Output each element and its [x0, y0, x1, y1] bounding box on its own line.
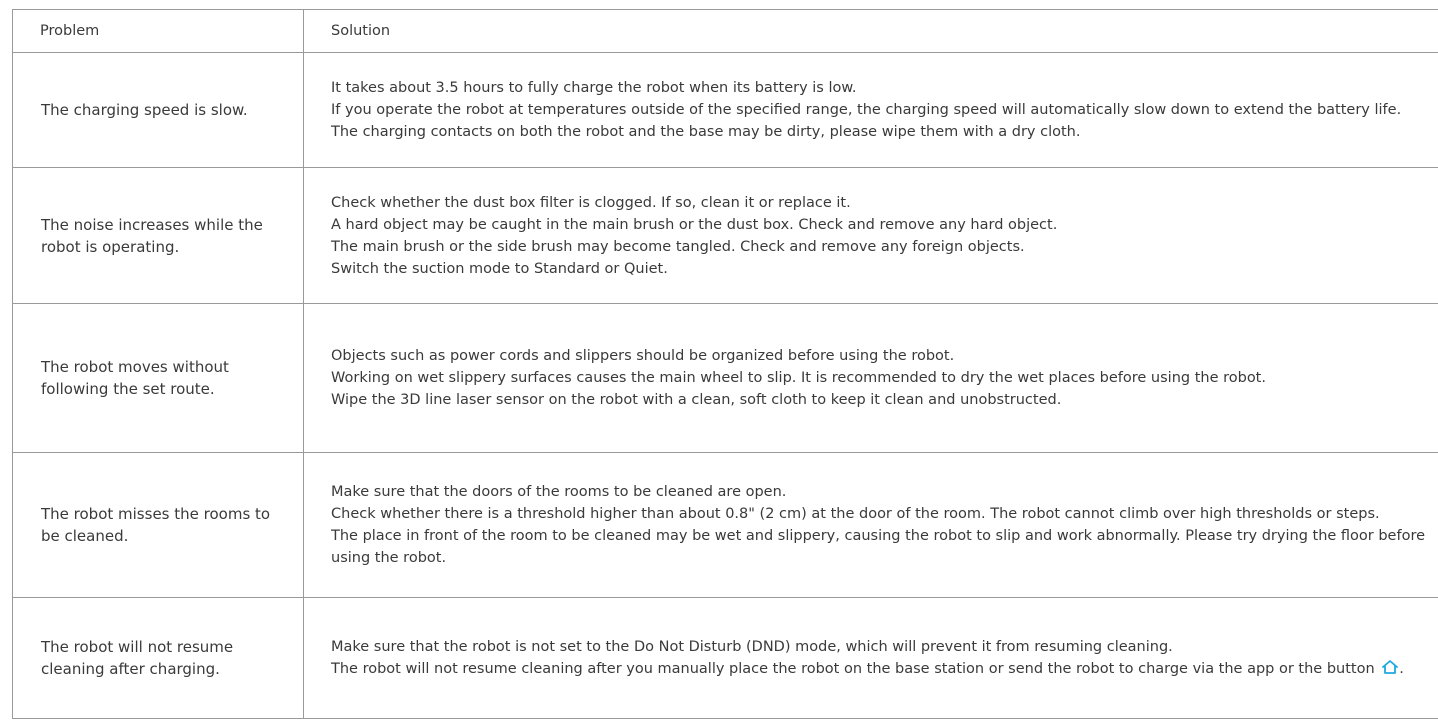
problem-cell: The robot moves without following the se… — [12, 303, 304, 453]
table-row: The robot will not resume cleaning after… — [12, 597, 1438, 719]
problem-cell: The charging speed is slow. — [12, 52, 304, 168]
home-icon — [1381, 659, 1399, 675]
table-header-row: Problem Solution — [12, 9, 1438, 53]
solution-line: The main brush or the side brush may bec… — [331, 238, 1025, 255]
solution-line: Objects such as power cords and slippers… — [331, 348, 955, 364]
table-row: The robot moves without following the se… — [12, 303, 1438, 453]
problem-cell: The noise increases while the robot is o… — [12, 167, 304, 304]
solution-line: Check whether there is a threshold highe… — [331, 506, 1380, 522]
solution-cell: Make sure that the robot is not set to t… — [303, 597, 1438, 719]
problem-cell: The robot misses the rooms to be cleaned… — [12, 452, 304, 598]
solution-line: Make sure that the robot is not set to t… — [331, 639, 1173, 655]
table-row: The charging speed is slow. It takes abo… — [12, 52, 1438, 168]
solution-cell: Objects such as power cords and slippers… — [303, 303, 1438, 453]
solution-line: A hard object may be caught in the main … — [331, 216, 1058, 233]
problem-cell: The robot will not resume cleaning after… — [12, 597, 304, 719]
troubleshooting-table: Problem Solution The charging speed is s… — [12, 9, 1438, 719]
table-row: The robot misses the rooms to be cleaned… — [12, 452, 1438, 598]
solution-line: Wipe the 3D line laser sensor on the rob… — [331, 392, 1062, 408]
solution-line: The robot will not resume cleaning after… — [331, 658, 1428, 680]
solution-line-text: The robot will not resume cleaning after… — [331, 661, 1375, 677]
solution-line: If you operate the robot at temperatures… — [331, 102, 1402, 118]
solution-line: Make sure that the doors of the rooms to… — [331, 484, 787, 500]
solution-cell: Check whether the dust box filter is clo… — [303, 167, 1438, 304]
solution-cell: It takes about 3.5 hours to fully charge… — [303, 52, 1438, 168]
solution-line: The place in front of the room to be cle… — [331, 528, 1426, 566]
solution-line: Switch the suction mode to Standard or Q… — [331, 260, 668, 277]
solution-cell: Make sure that the doors of the rooms to… — [303, 452, 1438, 598]
solution-line: Working on wet slippery surfaces causes … — [331, 370, 1266, 386]
solution-column-header: Solution — [303, 9, 1438, 53]
table-row: The noise increases while the robot is o… — [12, 167, 1438, 304]
solution-line: It takes about 3.5 hours to fully charge… — [331, 80, 857, 96]
solution-line: Check whether the dust box filter is clo… — [331, 194, 851, 211]
problem-column-header: Problem — [12, 9, 304, 53]
trailing-period: . — [1399, 661, 1404, 677]
troubleshooting-table-wrapper: Problem Solution The charging speed is s… — [12, 9, 1438, 719]
solution-line: The charging contacts on both the robot … — [331, 124, 1081, 140]
